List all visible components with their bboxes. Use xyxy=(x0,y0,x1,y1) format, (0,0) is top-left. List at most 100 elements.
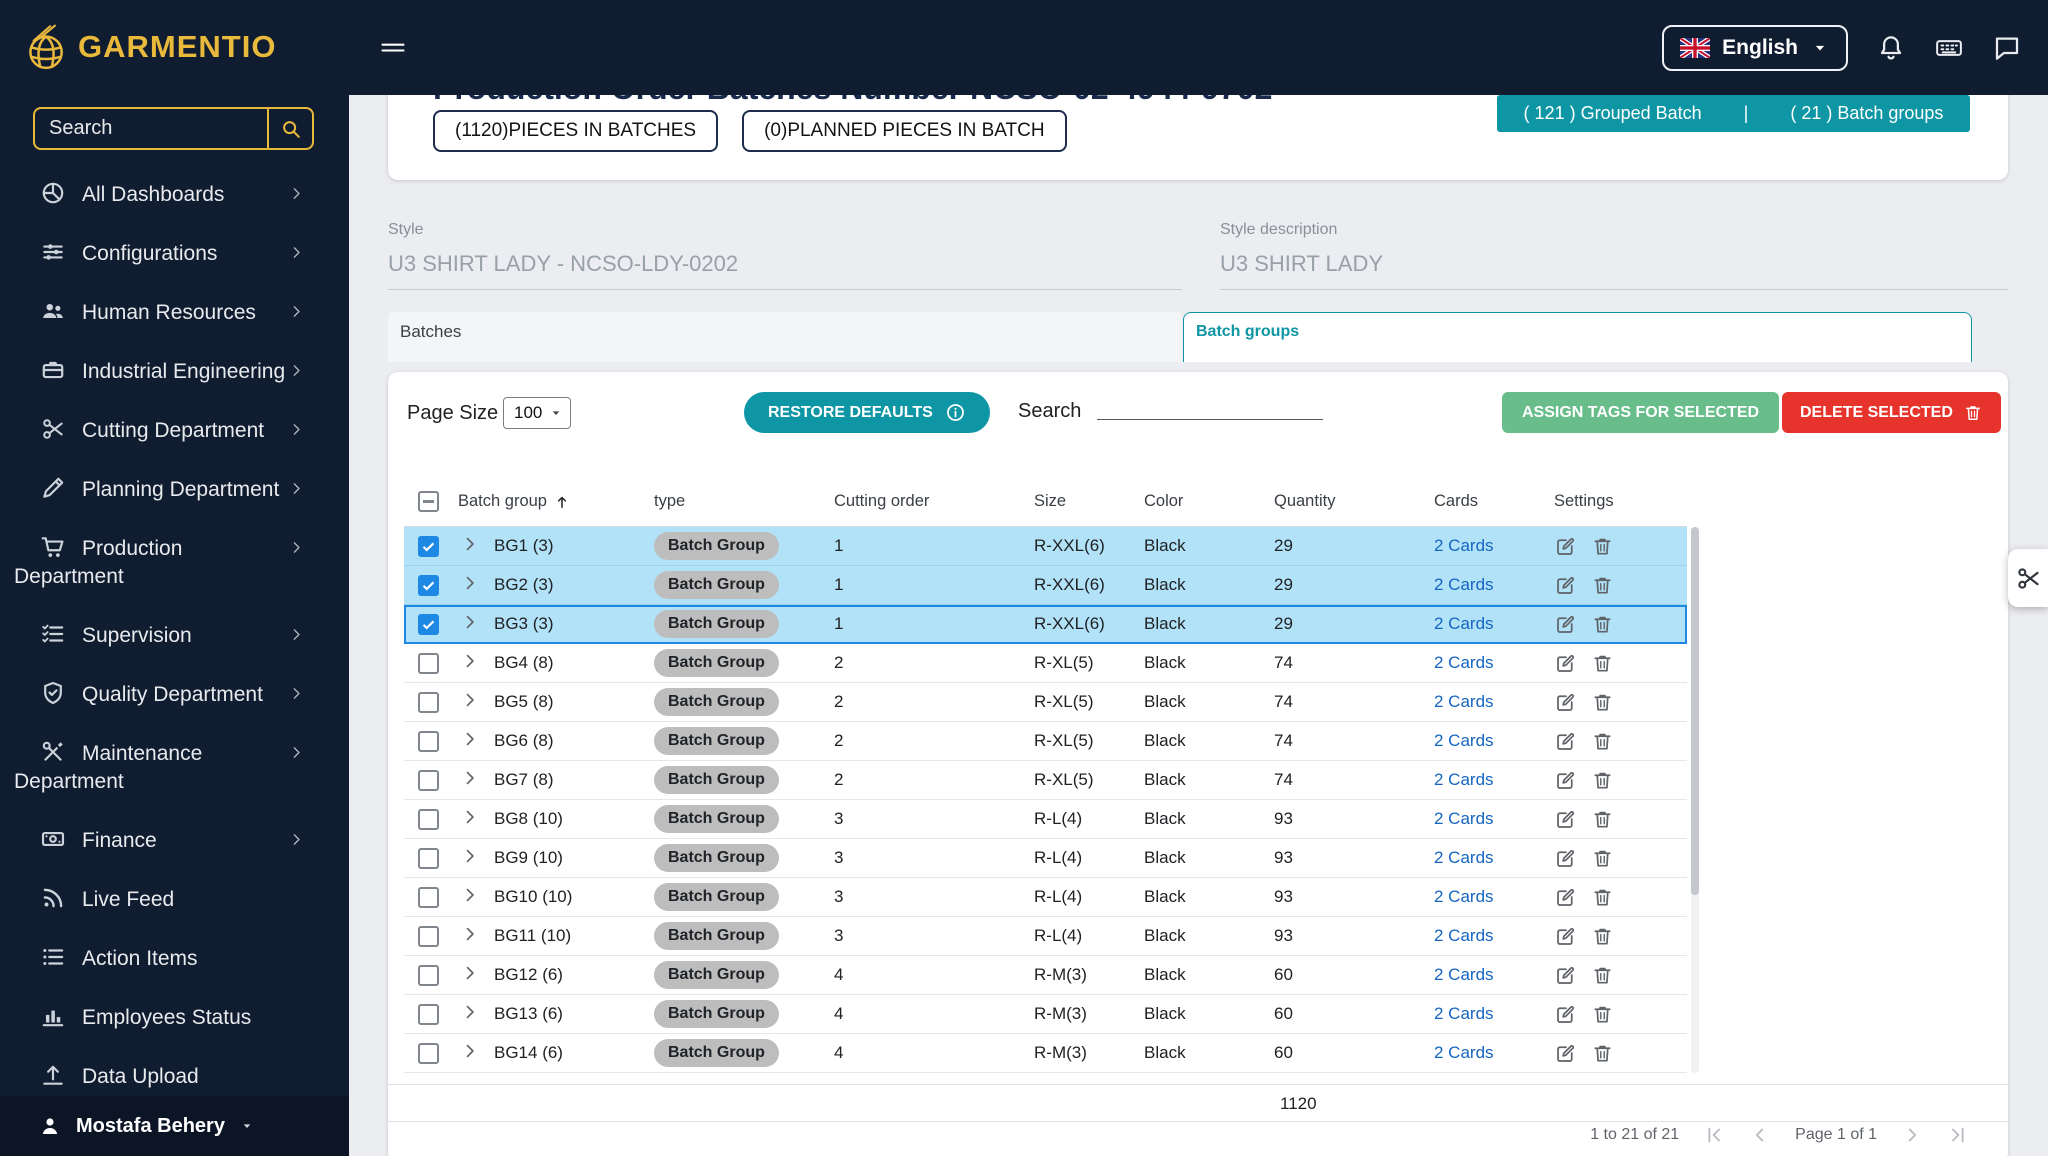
previous-page-icon[interactable] xyxy=(1749,1124,1771,1146)
next-page-icon[interactable] xyxy=(1901,1124,1923,1146)
edit-icon[interactable] xyxy=(1554,1042,1577,1065)
expand-row-icon[interactable] xyxy=(460,534,480,554)
expand-row-icon[interactable] xyxy=(460,612,480,632)
delete-icon[interactable] xyxy=(1591,964,1614,987)
expand-row-icon[interactable] xyxy=(460,885,480,905)
column-header-type[interactable]: type xyxy=(644,492,824,511)
delete-selected-button[interactable]: DELETE SELECTED xyxy=(1782,392,2001,433)
delete-icon[interactable] xyxy=(1591,808,1614,831)
cards-link[interactable]: 2 Cards xyxy=(1434,614,1494,633)
expand-row-icon[interactable] xyxy=(460,807,480,827)
table-search-input[interactable] xyxy=(1097,384,1323,420)
page-size-select[interactable]: 100 xyxy=(503,397,571,429)
sidebar-item-maintenance-department[interactable]: Maintenance Department xyxy=(0,724,349,811)
delete-icon[interactable] xyxy=(1591,1003,1614,1026)
sidebar-item-finance[interactable]: Finance xyxy=(0,811,349,870)
last-page-icon[interactable] xyxy=(1947,1124,1969,1146)
delete-icon[interactable] xyxy=(1591,1042,1614,1065)
delete-icon[interactable] xyxy=(1591,574,1614,597)
search-button[interactable] xyxy=(267,109,312,148)
first-page-icon[interactable] xyxy=(1703,1124,1725,1146)
keyboard-icon[interactable] xyxy=(1934,33,1964,63)
edit-icon[interactable] xyxy=(1554,574,1577,597)
table-scrollbar[interactable] xyxy=(1691,527,1699,1073)
expand-row-icon[interactable] xyxy=(460,963,480,983)
row-checkbox[interactable] xyxy=(418,886,439,908)
column-header-quantity[interactable]: Quantity xyxy=(1264,492,1424,511)
chat-icon[interactable] xyxy=(1992,33,2022,63)
sidebar-item-supervision[interactable]: Supervision xyxy=(0,606,349,665)
edit-icon[interactable] xyxy=(1554,808,1577,831)
edit-icon[interactable] xyxy=(1554,1003,1577,1026)
user-menu[interactable]: Mostafa Behery xyxy=(0,1096,349,1156)
cards-link[interactable]: 2 Cards xyxy=(1434,965,1494,984)
sidebar-item-quality-department[interactable]: Quality Department xyxy=(0,665,349,724)
language-selector[interactable]: English xyxy=(1662,24,1848,71)
cards-link[interactable]: 2 Cards xyxy=(1434,848,1494,867)
notifications-icon[interactable] xyxy=(1876,33,1906,63)
cards-link[interactable]: 2 Cards xyxy=(1434,809,1494,828)
cards-link[interactable]: 2 Cards xyxy=(1434,1043,1494,1062)
edit-icon[interactable] xyxy=(1554,535,1577,558)
column-header-cutting-order[interactable]: Cutting order xyxy=(824,492,1024,511)
assign-tags-button[interactable]: ASSIGN TAGS FOR SELECTED xyxy=(1502,392,1780,433)
row-checkbox[interactable] xyxy=(418,652,439,674)
expand-row-icon[interactable] xyxy=(460,846,480,866)
select-all-checkbox[interactable] xyxy=(418,491,439,512)
delete-icon[interactable] xyxy=(1591,535,1614,558)
expand-row-icon[interactable] xyxy=(460,1002,480,1022)
row-checkbox[interactable] xyxy=(418,769,439,791)
tab-batch-groups[interactable]: Batch groups xyxy=(1183,312,1972,362)
cards-link[interactable]: 2 Cards xyxy=(1434,575,1494,594)
row-checkbox[interactable] xyxy=(418,535,439,557)
sidebar-item-industrial-engineering[interactable]: Industrial Engineering xyxy=(0,342,349,401)
cards-link[interactable]: 2 Cards xyxy=(1434,692,1494,711)
delete-icon[interactable] xyxy=(1591,847,1614,870)
floating-tools-button[interactable] xyxy=(2008,549,2048,607)
expand-row-icon[interactable] xyxy=(460,651,480,671)
delete-icon[interactable] xyxy=(1591,925,1614,948)
column-header-size[interactable]: Size xyxy=(1024,492,1134,511)
restore-defaults-button[interactable]: RESTORE DEFAULTS xyxy=(744,392,990,433)
cards-link[interactable]: 2 Cards xyxy=(1434,536,1494,555)
delete-icon[interactable] xyxy=(1591,652,1614,675)
expand-row-icon[interactable] xyxy=(460,1041,480,1061)
row-checkbox[interactable] xyxy=(418,925,439,947)
cards-link[interactable]: 2 Cards xyxy=(1434,653,1494,672)
edit-icon[interactable] xyxy=(1554,613,1577,636)
row-checkbox[interactable] xyxy=(418,691,439,713)
sidebar-item-configurations[interactable]: Configurations xyxy=(0,224,349,283)
column-header-color[interactable]: Color xyxy=(1134,492,1264,511)
expand-row-icon[interactable] xyxy=(460,690,480,710)
column-header-settings[interactable]: Settings xyxy=(1544,492,1687,511)
cards-link[interactable]: 2 Cards xyxy=(1434,770,1494,789)
edit-icon[interactable] xyxy=(1554,769,1577,792)
cards-link[interactable]: 2 Cards xyxy=(1434,731,1494,750)
cards-link[interactable]: 2 Cards xyxy=(1434,926,1494,945)
edit-icon[interactable] xyxy=(1554,730,1577,753)
tab-batches[interactable]: Batches xyxy=(388,312,1182,362)
row-checkbox[interactable] xyxy=(418,574,439,596)
expand-row-icon[interactable] xyxy=(460,573,480,593)
sidebar-item-all-dashboards[interactable]: All Dashboards xyxy=(0,165,349,224)
edit-icon[interactable] xyxy=(1554,964,1577,987)
delete-icon[interactable] xyxy=(1591,730,1614,753)
edit-icon[interactable] xyxy=(1554,886,1577,909)
sidebar-item-production-department[interactable]: Production Department xyxy=(0,519,349,606)
column-header-cards[interactable]: Cards xyxy=(1424,492,1544,511)
search-input[interactable] xyxy=(35,109,267,148)
edit-icon[interactable] xyxy=(1554,652,1577,675)
row-checkbox[interactable] xyxy=(418,1042,439,1064)
row-checkbox[interactable] xyxy=(418,613,439,635)
row-checkbox[interactable] xyxy=(418,1003,439,1025)
delete-icon[interactable] xyxy=(1591,769,1614,792)
delete-icon[interactable] xyxy=(1591,613,1614,636)
row-checkbox[interactable] xyxy=(418,730,439,752)
expand-row-icon[interactable] xyxy=(460,768,480,788)
cards-link[interactable]: 2 Cards xyxy=(1434,887,1494,906)
sidebar-item-cutting-department[interactable]: Cutting Department xyxy=(0,401,349,460)
sidebar-item-human-resources[interactable]: Human Resources xyxy=(0,283,349,342)
column-header-batch-group[interactable]: Batch group xyxy=(448,492,644,511)
pieces-in-batches-button[interactable]: (1120)PIECES IN BATCHES xyxy=(433,110,719,152)
edit-icon[interactable] xyxy=(1554,925,1577,948)
